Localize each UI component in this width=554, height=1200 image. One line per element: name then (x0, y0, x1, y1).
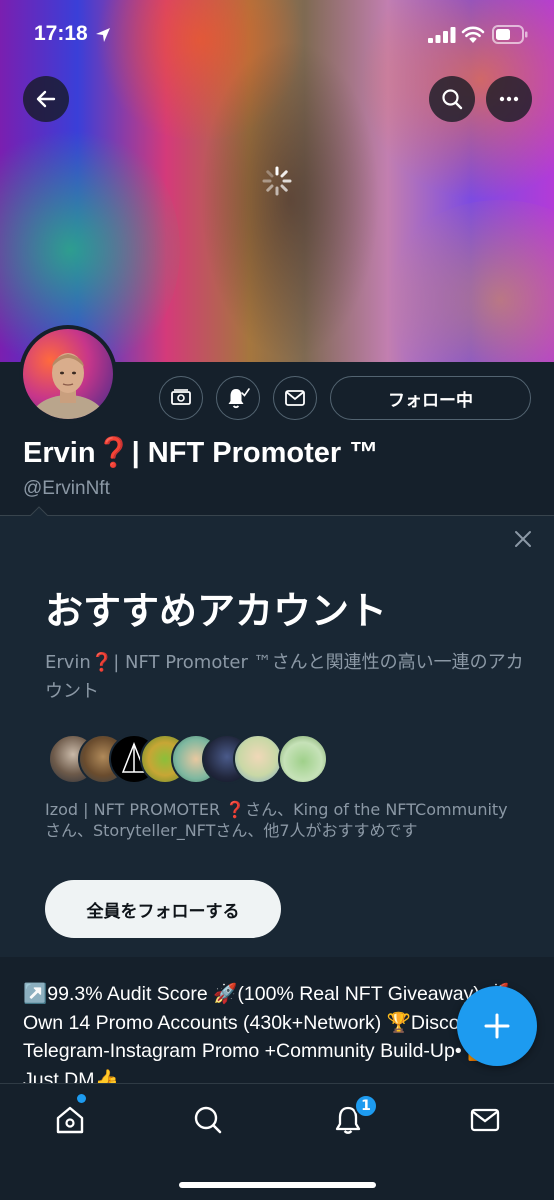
status-time: 17:18 (34, 22, 88, 45)
banner-blur (200, 40, 380, 360)
tab-home[interactable] (50, 1100, 90, 1140)
cellular-signal-icon (428, 27, 456, 43)
suggested-avatar[interactable] (233, 734, 283, 784)
mail-icon (285, 390, 305, 406)
home-unread-dot (77, 1094, 86, 1103)
caret-pointer (30, 506, 48, 516)
battery-icon (492, 25, 528, 44)
more-dots-icon (499, 96, 519, 102)
status-bar: 17:18 (0, 0, 554, 70)
following-button[interactable]: フォロー中 (330, 376, 531, 420)
wifi-icon (461, 26, 485, 43)
money-icon (171, 389, 191, 405)
suggested-avatar[interactable] (278, 734, 328, 784)
banner-blur (380, 200, 554, 362)
close-icon[interactable] (511, 527, 535, 551)
suggested-accounts-title: おすすめアカウント (45, 589, 388, 633)
profile-handle: @ErvinNft (23, 478, 110, 499)
home-icon (56, 1106, 84, 1134)
home-indicator[interactable] (179, 1182, 376, 1188)
location-arrow-icon (96, 28, 110, 42)
banner-blur (0, 120, 180, 362)
search-icon (194, 1106, 222, 1134)
mail-icon (470, 1108, 500, 1132)
profile-bio: ↗️99.3% Audit Score 🚀(100% Real NFT Give… (23, 983, 510, 1083)
plus-icon (484, 1013, 510, 1039)
loading-spinner-icon (262, 166, 292, 196)
search-button[interactable] (429, 76, 475, 122)
more-options-button[interactable] (486, 76, 532, 122)
suggested-avatars[interactable] (48, 734, 348, 786)
tab-messages[interactable] (465, 1100, 505, 1140)
back-button[interactable] (23, 76, 69, 122)
compose-tweet-button[interactable] (457, 986, 537, 1066)
back-arrow-icon (36, 90, 56, 108)
profile-name: Ervin❓| NFT Promoter ™ (23, 437, 379, 469)
suggested-names-text: Izod | NFT PROMOTER ❓さん、King of the NFTC… (45, 800, 508, 840)
profile-avatar[interactable] (19, 325, 117, 423)
avatar-portrait (30, 353, 106, 419)
bell-check-icon (228, 388, 250, 409)
follow-all-button[interactable]: 全員をフォローする (45, 880, 281, 938)
notifications-badge: 1 (354, 1094, 378, 1118)
suggested-accounts-description: Ervin❓| NFT Promoter ™さんと関連性の高い一連のアカウント (45, 652, 524, 702)
tip-button[interactable] (159, 376, 203, 420)
search-icon (442, 89, 463, 110)
tab-search[interactable] (188, 1100, 228, 1140)
message-button[interactable] (273, 376, 317, 420)
notifications-toggle-button[interactable] (216, 376, 260, 420)
